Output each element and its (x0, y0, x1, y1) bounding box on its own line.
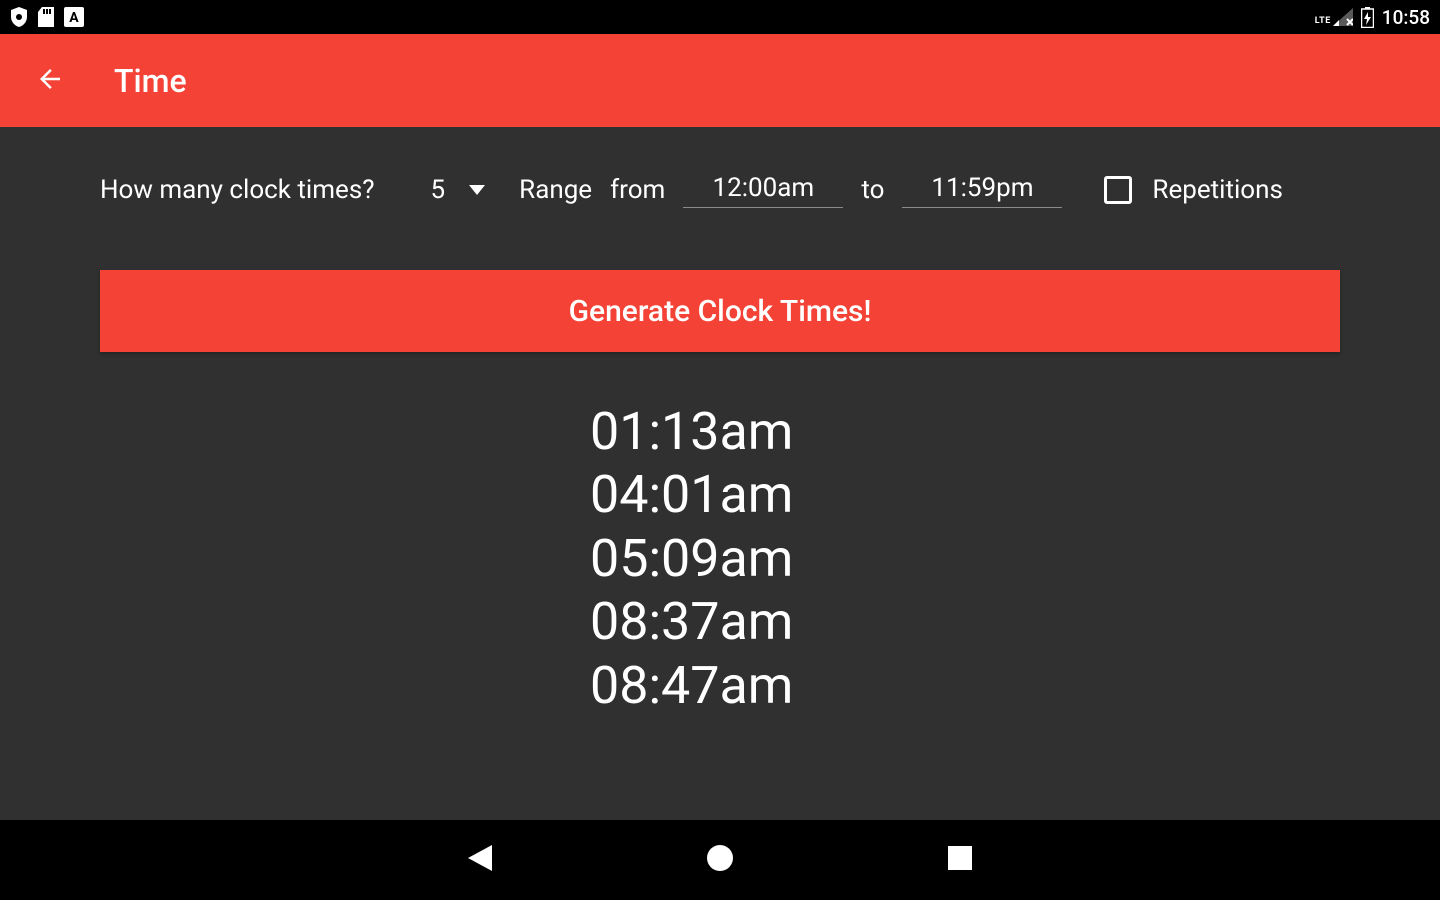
range-from-field[interactable]: 12:00am (683, 171, 843, 208)
shield-icon (10, 7, 28, 27)
svg-text:A: A (69, 10, 79, 26)
results-list: 01:13am 04:01am 05:09am 08:37am 08:47am (100, 400, 1340, 717)
android-status-bar: A LTE 10:58 (0, 0, 1440, 34)
controls-row: How many clock times? 5 Range from 12:00… (100, 171, 1340, 208)
triangle-back-icon (468, 845, 492, 875)
nav-home-button[interactable] (700, 840, 740, 880)
repetitions-group: Repetitions (1104, 175, 1282, 205)
sd-card-icon (38, 7, 54, 27)
status-clock: 10:58 (1382, 6, 1430, 29)
result-time: 01:13am (590, 400, 1340, 463)
count-value: 5 (431, 175, 446, 205)
count-select[interactable]: 5 (431, 175, 486, 205)
chevron-down-icon (469, 185, 485, 195)
status-left-group: A (10, 7, 84, 27)
keyboard-icon: A (64, 7, 84, 27)
nav-back-button[interactable] (460, 840, 500, 880)
count-label: How many clock times? (100, 175, 375, 205)
repetitions-checkbox[interactable] (1104, 176, 1132, 204)
range-to-label: to (861, 175, 884, 205)
android-nav-bar (0, 820, 1440, 900)
result-time: 05:09am (590, 527, 1340, 590)
nav-recent-button[interactable] (940, 840, 980, 880)
result-time: 08:47am (590, 654, 1340, 717)
generate-button[interactable]: Generate Clock Times! (100, 270, 1340, 352)
range-group: Range from 12:00am to 11:59pm (519, 171, 1062, 208)
square-recent-icon (948, 846, 972, 874)
circle-home-icon (706, 844, 734, 876)
range-to-field[interactable]: 11:59pm (902, 171, 1062, 208)
app-bar: Time (0, 34, 1440, 127)
battery-charging-icon (1361, 7, 1374, 28)
status-right-group: LTE 10:58 (1315, 6, 1430, 29)
repetitions-label: Repetitions (1152, 175, 1282, 205)
count-group: How many clock times? 5 (100, 175, 485, 205)
result-time: 04:01am (590, 463, 1340, 526)
page-title: Time (114, 62, 187, 100)
arrow-left-icon (35, 64, 65, 98)
result-time: 08:37am (590, 590, 1340, 653)
back-button[interactable] (30, 61, 70, 101)
lte-label: LTE (1315, 17, 1331, 26)
range-label: Range (519, 175, 592, 205)
content-area: How many clock times? 5 Range from 12:00… (0, 127, 1440, 820)
lte-signal-icon: LTE (1315, 8, 1353, 26)
range-from-label: from (610, 175, 665, 205)
